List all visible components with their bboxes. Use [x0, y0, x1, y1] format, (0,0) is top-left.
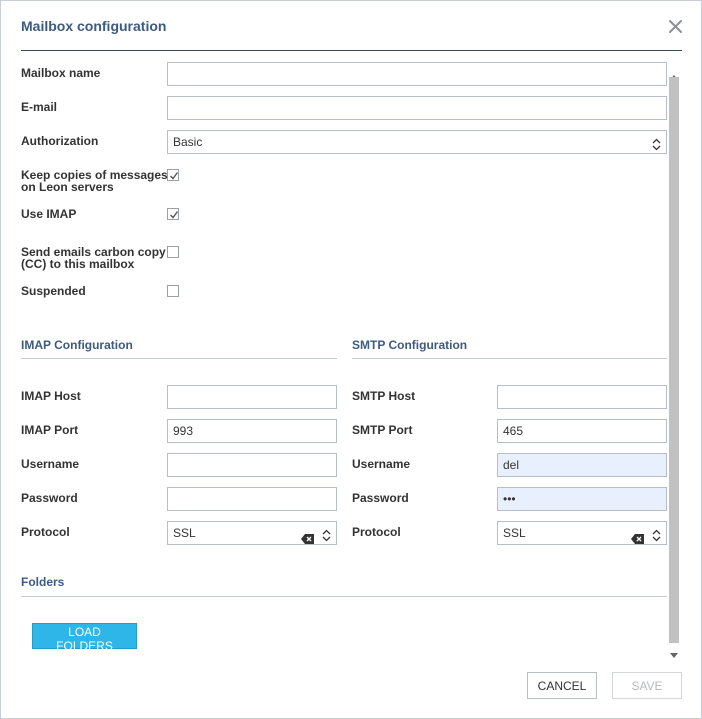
smtp-divider: [352, 358, 667, 359]
smtp-protocol-value: SSL: [503, 526, 526, 540]
folders-section-heading: Folders: [21, 575, 65, 589]
smtp-section-heading: SMTP Configuration: [352, 338, 468, 352]
authorization-select[interactable]: Basic: [167, 130, 667, 154]
scroll-thumb[interactable]: [669, 77, 679, 643]
imap-protocol-select[interactable]: SSL: [167, 521, 337, 545]
use-imap-checkbox[interactable]: [167, 208, 179, 220]
smtp-username-input[interactable]: [497, 453, 667, 477]
chevron-updown-icon: [322, 527, 331, 542]
folders-divider: [21, 596, 667, 597]
mailbox-name-label: Mailbox name: [21, 66, 101, 80]
smtp-host-input[interactable]: [497, 385, 667, 409]
save-button[interactable]: SAVE: [612, 672, 682, 699]
imap-section-heading: IMAP Configuration: [21, 338, 133, 352]
chevron-updown-icon: [652, 136, 661, 151]
keep-copies-checkbox[interactable]: [167, 169, 179, 181]
send-cc-label: Send emails carbon copy (CC) to this mai…: [21, 246, 166, 270]
smtp-port-label: SMTP Port: [352, 423, 413, 437]
mailbox-name-input[interactable]: [167, 62, 667, 86]
clear-icon[interactable]: [301, 529, 314, 544]
keep-copies-label-line2: on Leon servers: [21, 180, 114, 194]
imap-username-input[interactable]: [167, 453, 337, 477]
scrollbar[interactable]: [667, 63, 681, 658]
smtp-password-label: Password: [352, 491, 409, 505]
smtp-password-input[interactable]: [497, 487, 667, 511]
mailbox-config-dialog: Mailbox configuration Mailbox name E-mai…: [0, 0, 702, 719]
imap-host-label: IMAP Host: [21, 389, 81, 403]
smtp-host-label: SMTP Host: [352, 389, 416, 403]
smtp-username-label: Username: [352, 457, 411, 471]
title-divider: [21, 50, 682, 51]
smtp-port-input[interactable]: [497, 419, 667, 443]
email-input[interactable]: [167, 96, 667, 120]
imap-username-label: Username: [21, 457, 80, 471]
use-imap-label: Use IMAP: [21, 207, 77, 221]
checkmark-icon: [170, 172, 179, 180]
imap-password-label: Password: [21, 491, 78, 505]
suspended-label: Suspended: [21, 284, 86, 298]
email-label: E-mail: [21, 100, 58, 114]
imap-divider: [21, 358, 337, 359]
chevron-updown-icon: [652, 527, 661, 542]
imap-password-input[interactable]: [167, 487, 337, 511]
smtp-protocol-label: Protocol: [352, 525, 401, 539]
imap-host-input[interactable]: [167, 385, 337, 409]
imap-protocol-value: SSL: [173, 526, 196, 540]
imap-port-label: IMAP Port: [21, 423, 79, 437]
checkmark-icon: [170, 211, 179, 219]
scroll-up-arrow-icon[interactable]: [670, 67, 678, 80]
authorization-value: Basic: [173, 135, 203, 149]
send-cc-label-line2: (CC) to this mailbox: [21, 257, 135, 271]
suspended-checkbox[interactable]: [167, 285, 179, 297]
keep-copies-label: Keep copies of messages on Leon servers: [21, 169, 168, 193]
close-icon[interactable]: [665, 16, 687, 38]
send-cc-checkbox[interactable]: [167, 246, 179, 258]
dialog-title: Mailbox configuration: [21, 18, 167, 34]
load-folders-button[interactable]: LOAD FOLDERS: [32, 623, 137, 653]
cancel-button[interactable]: CANCEL: [527, 672, 597, 699]
smtp-protocol-select[interactable]: SSL: [497, 521, 667, 545]
clear-icon[interactable]: [631, 529, 644, 544]
imap-protocol-label: Protocol: [21, 525, 70, 539]
imap-port-input[interactable]: [167, 419, 337, 443]
scroll-down-arrow-icon[interactable]: [670, 646, 678, 658]
authorization-label: Authorization: [21, 134, 99, 148]
